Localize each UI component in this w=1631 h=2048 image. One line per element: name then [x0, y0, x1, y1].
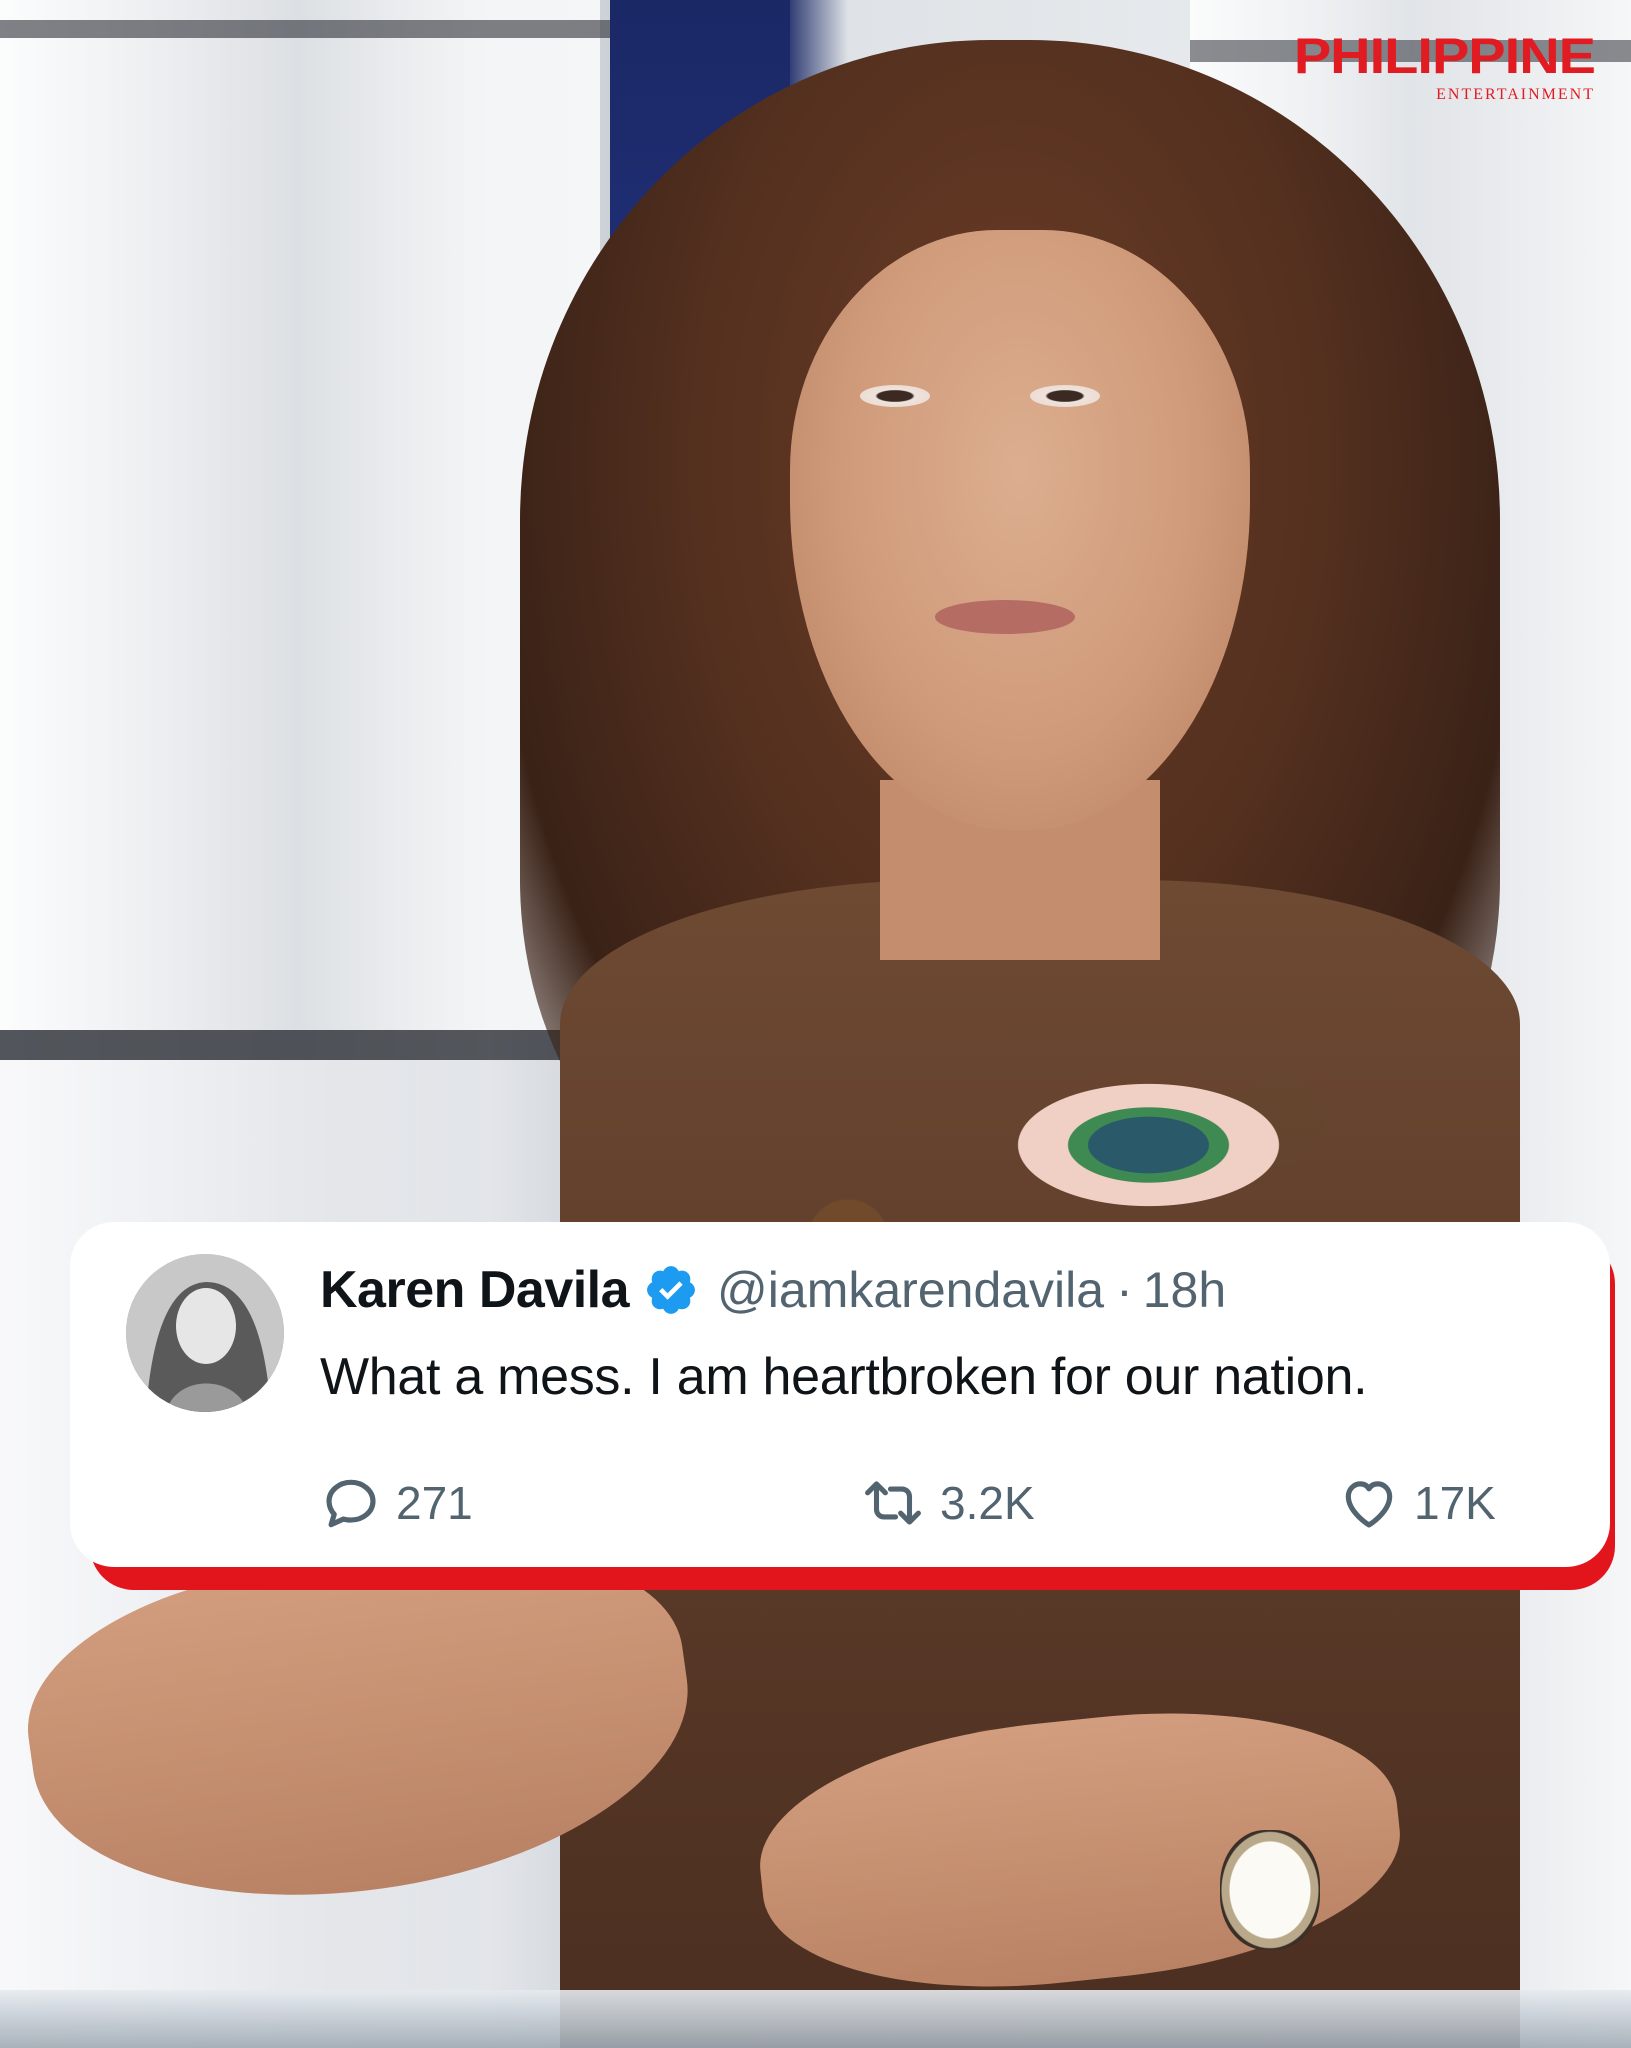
- tweet-text: What a mess. I am heartbroken for our na…: [320, 1348, 1368, 1406]
- studio-rail: [0, 1030, 620, 1060]
- person-lips: [935, 600, 1075, 634]
- reply-button[interactable]: 271: [320, 1472, 473, 1534]
- retweet-button[interactable]: 3.2K: [860, 1472, 1035, 1534]
- reply-icon: [326, 1479, 376, 1528]
- retweet-icon: [865, 1481, 921, 1525]
- tweet-card: Karen Davila @iamkarendavila · 18h What …: [70, 1222, 1610, 1567]
- separator-dot: ·: [1116, 1262, 1133, 1318]
- person-eye: [1030, 385, 1100, 407]
- like-count: 17K: [1414, 1477, 1496, 1529]
- tweet-header: Karen Davila @iamkarendavila · 18h: [320, 1260, 1226, 1320]
- brand-name: PHILIPPINE: [1293, 27, 1596, 84]
- wristwatch: [1220, 1830, 1320, 1950]
- avatar-portrait-icon: [126, 1254, 284, 1412]
- studio-rail: [0, 20, 620, 38]
- background-photo: [0, 0, 1631, 2048]
- verified-badge-icon: [643, 1262, 699, 1318]
- glass-desk: [0, 1990, 1631, 2048]
- reply-count: 271: [396, 1477, 473, 1529]
- brand-logo: PHILIPPINE ENTERTAINMENT: [1293, 27, 1596, 104]
- tweet-actions: 271 3.2K 17K: [320, 1472, 1520, 1542]
- user-handle[interactable]: @iamkarendavila: [717, 1261, 1104, 1319]
- display-name[interactable]: Karen Davila: [320, 1260, 630, 1320]
- retweet-count: 3.2K: [940, 1477, 1035, 1529]
- brand-tagline: ENTERTAINMENT: [1436, 86, 1595, 103]
- person-eye: [860, 385, 930, 407]
- tweet-timestamp[interactable]: 18h: [1143, 1261, 1226, 1319]
- heart-icon: [1345, 1481, 1393, 1528]
- studio-panel-left: [0, 0, 600, 1030]
- like-button[interactable]: 17K: [1338, 1472, 1496, 1534]
- dress-brooch: [1000, 1060, 1330, 1230]
- avatar[interactable]: [126, 1254, 284, 1412]
